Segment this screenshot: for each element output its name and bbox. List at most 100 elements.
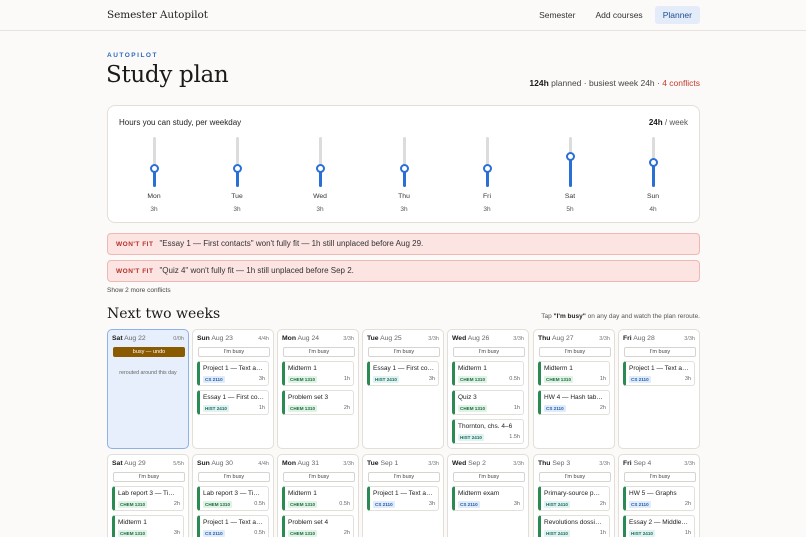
course-tag: CS 2110: [629, 376, 651, 383]
day-column: Sun Aug 23 4/4h I'm busy Project 1 — Text a…: [192, 329, 274, 449]
task-card[interactable]: Problem set 4 CHEM 1310 2h: [282, 515, 354, 537]
im-busy-button[interactable]: I'm busy: [624, 347, 696, 357]
day-date: Sep 2: [466, 460, 486, 467]
day-column: Wed Sep 2 3/3h I'm busy Midterm exam CS 2110…: [447, 454, 529, 537]
day-date: Aug 25: [378, 335, 402, 342]
task-card[interactable]: Project 1 — Text a… CS 2110 3h: [367, 486, 439, 511]
day-load: 4/4h: [258, 461, 269, 467]
slider-handle[interactable]: [649, 158, 658, 167]
course-tag: CHEM 1310: [118, 501, 148, 508]
task-card[interactable]: Lab report 3 — Ti… CHEM 1310 2h: [112, 486, 184, 511]
slider-handle[interactable]: [400, 164, 409, 174]
task-card[interactable]: Midterm 1 CHEM 1310 1h: [538, 361, 610, 386]
course-tag: CS 2110: [373, 501, 395, 508]
slider-handle[interactable]: [566, 151, 575, 161]
task-card[interactable]: Midterm 1 CHEM 1310 0.5h: [452, 361, 524, 386]
task-card[interactable]: Lab report 3 — Ti… CHEM 1310 0.5h: [197, 486, 269, 511]
day-header: Thu Sep 3: [538, 460, 570, 467]
day-column: Mon Aug 24 3/3h I'm busy Midterm 1 CHEM 1310…: [277, 329, 359, 449]
day-date: Aug 30: [209, 460, 233, 467]
day-date: Sep 1: [378, 460, 399, 467]
im-busy-button[interactable]: I'm busy: [198, 472, 270, 482]
task-card[interactable]: Primary-source p… HIST 2410 2h: [538, 486, 610, 511]
course-tag: CHEM 1310: [288, 376, 318, 383]
slider-day-label: Tue: [231, 193, 243, 200]
task-card[interactable]: Midterm 1 CHEM 1310 3h: [112, 515, 184, 537]
task-title: Lab report 3 — Ti…: [118, 490, 175, 497]
conflict-badge: WON'T FIT: [116, 268, 154, 275]
app-brand[interactable]: Semester Autopilot: [107, 9, 208, 21]
task-card[interactable]: Essay 1 — First co… HIST 2410 3h: [367, 361, 439, 386]
busy-undo-button[interactable]: busy — undo: [113, 347, 185, 357]
task-card[interactable]: Midterm 1 CHEM 1310 1h: [282, 361, 354, 386]
day-date: Aug 22: [122, 335, 146, 342]
day-column: Fri Aug 28 3/3h I'm busy Project 1 — Text a…: [618, 329, 700, 449]
slider-day-label: Mon: [147, 193, 161, 200]
hours-slider-wed[interactable]: Wed 3h: [300, 136, 340, 218]
hours-slider-thu[interactable]: Thu 3h: [384, 136, 424, 218]
im-busy-button[interactable]: I'm busy: [539, 472, 611, 482]
task-card[interactable]: Problem set 3 CHEM 1310 2h: [282, 390, 354, 415]
slider-handle[interactable]: [316, 164, 325, 174]
hint-post: on any day and watch the plan reroute.: [585, 313, 700, 320]
day-load: 0/0h: [173, 336, 184, 342]
day-column: Sat Aug 29 5/5h I'm busy Lab report 3 — Ti……: [107, 454, 189, 537]
task-card[interactable]: Revolutions dossi… HIST 2410 1h: [538, 515, 610, 537]
nav-add-courses[interactable]: Add courses: [587, 6, 650, 24]
day-column: Sat Aug 22 0/0h busy — undo rerouted around…: [107, 329, 189, 449]
nav-planner[interactable]: Planner: [654, 6, 700, 24]
show-more-conflicts[interactable]: Show 2 more conflicts: [107, 287, 171, 294]
course-tag: CHEM 1310: [544, 376, 574, 383]
hours-total: 24h / week: [649, 118, 688, 127]
task-card[interactable]: Midterm exam CS 2110 3h: [452, 486, 524, 511]
task-card[interactable]: HW 4 — Hash tab… CS 2110 2h: [538, 390, 610, 415]
task-title: Revolutions dossi…: [544, 519, 602, 526]
hours-slider-fri[interactable]: Fri 3h: [467, 136, 507, 218]
im-busy-button[interactable]: I'm busy: [368, 347, 440, 357]
course-tag: CHEM 1310: [288, 405, 318, 412]
im-busy-button[interactable]: I'm busy: [539, 347, 611, 357]
task-card[interactable]: Essay 2 — Middle… HIST 2410 1h: [623, 515, 695, 537]
day-of-week: Fri: [623, 335, 632, 342]
slider-handle[interactable]: [233, 164, 242, 174]
task-card[interactable]: Midterm 1 CHEM 1310 0.5h: [282, 486, 354, 511]
task-card[interactable]: Project 1 — Text a… CS 2110 3h: [623, 361, 695, 386]
course-tag: CS 2110: [458, 501, 480, 508]
task-card[interactable]: Project 1 — Text a… CS 2110 3h: [197, 361, 269, 386]
im-busy-button[interactable]: I'm busy: [113, 472, 185, 482]
task-title: Essay 1 — First co…: [203, 394, 265, 401]
im-busy-button[interactable]: I'm busy: [198, 347, 270, 357]
day-header: Tue Aug 25: [367, 335, 402, 342]
top-bar: Semester Autopilot Semester Add courses …: [0, 0, 806, 31]
task-card[interactable]: Quiz 3 CHEM 1310 1h: [452, 390, 524, 415]
task-duration: 1h: [684, 530, 691, 536]
im-busy-button[interactable]: I'm busy: [453, 472, 525, 482]
nav-semester[interactable]: Semester: [531, 6, 583, 24]
task-card[interactable]: Project 1 — Text a… CS 2110 0.5h: [197, 515, 269, 537]
day-of-week: Wed: [452, 460, 467, 467]
day-date: Aug 27: [550, 335, 574, 342]
slider-hours-value: 4h: [649, 206, 657, 213]
im-busy-button[interactable]: I'm busy: [368, 472, 440, 482]
slider-handle[interactable]: [150, 164, 159, 174]
im-busy-button[interactable]: I'm busy: [624, 472, 696, 482]
im-busy-button[interactable]: I'm busy: [283, 347, 355, 357]
slider-day-label: Sun: [646, 193, 660, 200]
task-card[interactable]: Essay 1 — First co… HIST 2410 1h: [197, 390, 269, 415]
hours-slider-mon[interactable]: Mon 3h: [134, 136, 174, 218]
day-date: Aug 31: [295, 460, 320, 467]
hours-slider-sat[interactable]: Sat 5h: [550, 136, 590, 218]
day-header: Thu Aug 27: [538, 335, 574, 342]
course-tag: CHEM 1310: [288, 501, 318, 508]
hours-slider-tue[interactable]: Tue 3h: [217, 136, 257, 218]
course-tag: HIST 2410: [203, 405, 229, 412]
task-card[interactable]: HW 5 — Graphs CS 2110 2h: [623, 486, 695, 511]
im-busy-button[interactable]: I'm busy: [283, 472, 355, 482]
course-tag: CS 2110: [203, 376, 225, 383]
im-busy-button[interactable]: I'm busy: [453, 347, 525, 357]
day-date: Sep 3: [550, 460, 571, 467]
hours-total-suffix: / week: [662, 118, 688, 127]
slider-handle[interactable]: [483, 164, 492, 174]
hours-slider-sun[interactable]: Sun 4h: [633, 136, 673, 218]
task-card[interactable]: Thornton, chs. 4–6 HIST 2410 1.5h: [452, 419, 524, 444]
